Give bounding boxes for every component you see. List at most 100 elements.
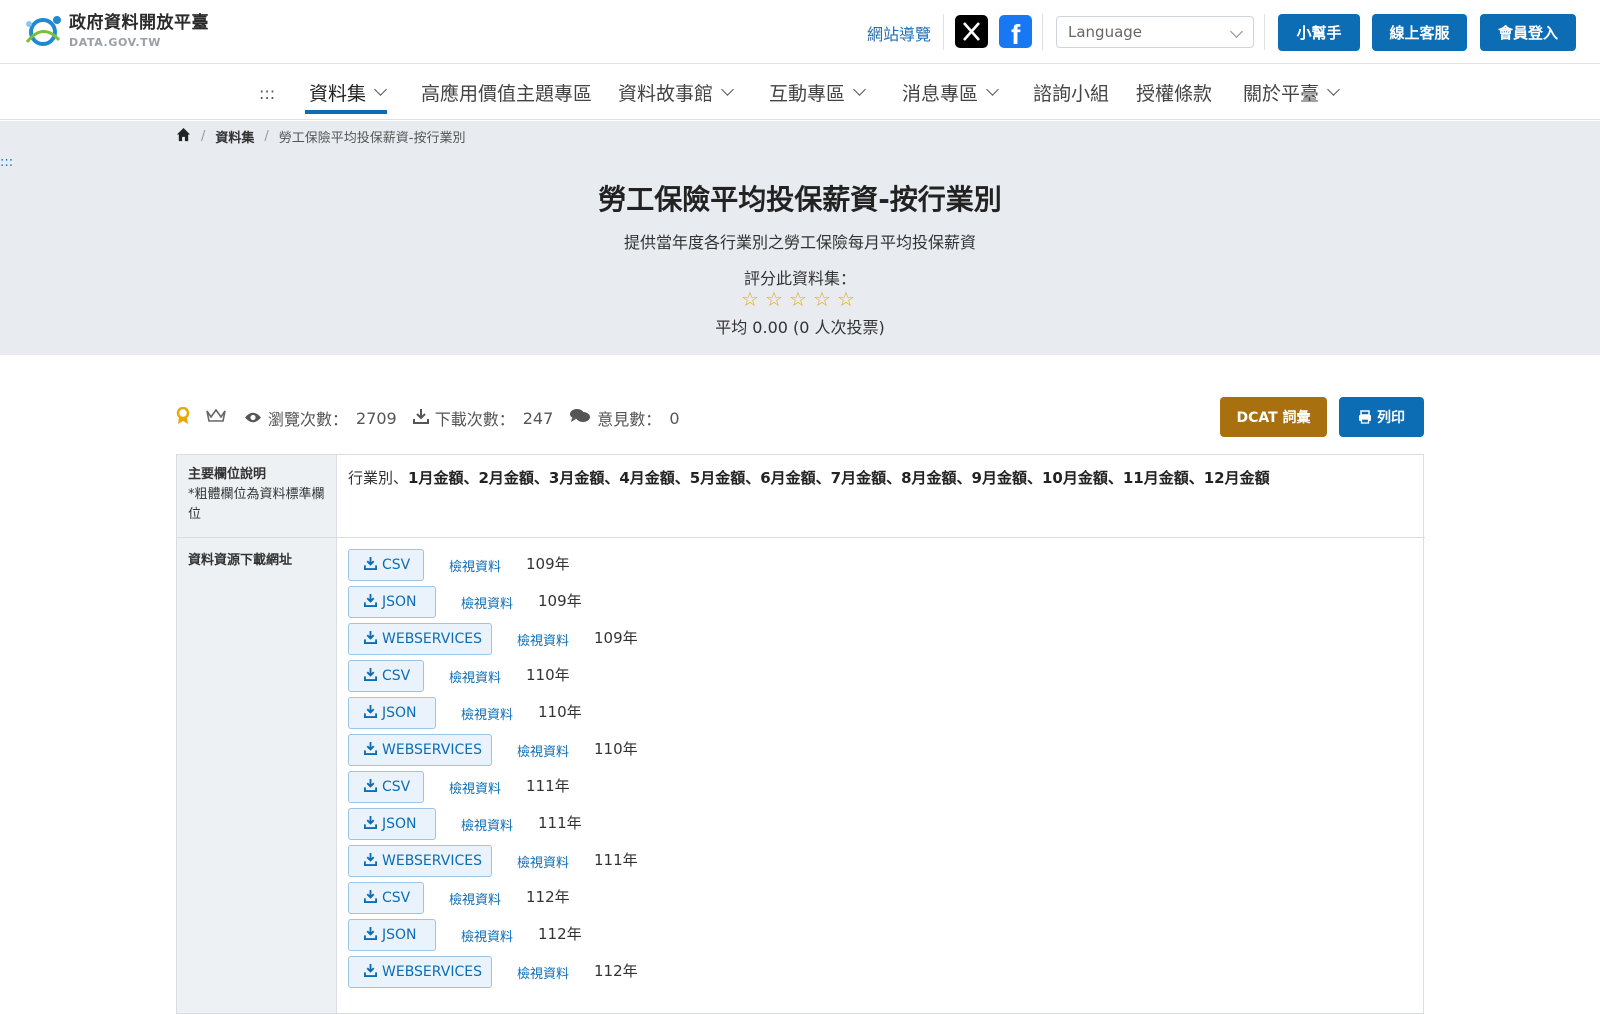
helper-button[interactable]: 小幫手 [1278, 14, 1360, 51]
rating-average: 平均 0.00 (0 人次投票) [715, 318, 885, 337]
nav-item-data-stories[interactable]: 資料故事館 [618, 80, 734, 105]
view-data-link[interactable]: 檢視資料 [449, 778, 501, 797]
member-login-button[interactable]: 會員登入 [1480, 14, 1576, 51]
fields-header: 主要欄位說明 *粗體欄位為資料標準欄位 [188, 465, 328, 525]
resource-year: 111年 [538, 813, 582, 832]
resource-year: 109年 [526, 554, 570, 573]
nav-item-advisory[interactable]: 諮詢小組 [1033, 80, 1110, 105]
nav-item-label: 互動專區 [769, 82, 846, 105]
nav-item-datasets[interactable]: 資料集 [309, 80, 387, 105]
nav-item-license[interactable]: 授權條款 [1136, 80, 1213, 105]
nav-item-about[interactable]: 關於平臺 [1243, 80, 1340, 105]
nav-item-high-value[interactable]: 高應用價值主題專區 [421, 80, 593, 105]
download-format-button[interactable]: CSV [348, 771, 424, 803]
view-data-link[interactable]: 檢視資料 [517, 963, 569, 982]
resource-year: 111年 [526, 776, 570, 795]
star-icon[interactable]: ☆ [834, 288, 858, 310]
nav-item-interactive[interactable]: 互動專區 [769, 80, 866, 105]
download-format-label: CSV [382, 557, 411, 573]
views-count: 2709 [356, 408, 397, 428]
breadcrumb-datasets[interactable]: 資料集 [215, 127, 254, 146]
resource-year: 112年 [594, 961, 638, 980]
breadcrumb-separator: / [264, 129, 269, 144]
download-format-button[interactable]: JSON [348, 808, 436, 840]
nav-item-label: 關於平臺 [1243, 82, 1320, 105]
comments-label: 意見數： [597, 410, 662, 429]
dataset-info-table: 主要欄位說明 *粗體欄位為資料標準欄位 行業別、1月金額、2月金額、3月金額、4… [176, 454, 1425, 1014]
language-select[interactable]: Language [1056, 16, 1254, 48]
logo-subtitle: DATA.GOV.TW [69, 35, 161, 49]
download-format-label: CSV [382, 890, 411, 906]
home-icon[interactable] [176, 127, 191, 146]
nav-item-label: 授權條款 [1136, 82, 1213, 105]
download-icon [364, 889, 377, 907]
download-format-button[interactable]: WEBSERVICES [348, 734, 492, 766]
site-logo[interactable]: 政府資料開放平臺 DATA.GOV.TW [23, 12, 209, 50]
view-data-link[interactable]: 檢視資料 [461, 815, 513, 834]
star-icon[interactable]: ☆ [762, 288, 786, 310]
star-icon[interactable]: ☆ [738, 288, 762, 310]
download-format-button[interactable]: WEBSERVICES [348, 623, 492, 655]
view-data-link[interactable]: 檢視資料 [517, 630, 569, 649]
download-format-button[interactable]: CSV [348, 549, 424, 581]
download-icon [364, 778, 377, 796]
download-format-button[interactable]: JSON [348, 697, 436, 729]
view-data-link[interactable]: 檢視資料 [517, 852, 569, 871]
facebook-icon[interactable]: f [999, 15, 1032, 50]
x-twitter-icon[interactable] [955, 15, 988, 48]
sitemap-link[interactable]: 網站導覽 [867, 21, 931, 45]
views-label: 瀏覽次數： [268, 410, 349, 429]
download-icon [364, 815, 377, 833]
view-data-link[interactable]: 檢視資料 [461, 926, 513, 945]
resource-year: 112年 [538, 924, 582, 943]
download-format-label: CSV [382, 668, 411, 684]
download-format-button[interactable]: WEBSERVICES [348, 956, 492, 988]
logo-title: 政府資料開放平臺 [69, 12, 209, 33]
print-button[interactable]: 列印 [1339, 397, 1424, 437]
eye-icon [244, 409, 262, 428]
crown-icon [206, 408, 226, 428]
star-icon[interactable]: ☆ [786, 288, 810, 310]
download-format-label: JSON [382, 594, 417, 610]
view-data-link[interactable]: 檢視資料 [517, 741, 569, 760]
site-header: 政府資料開放平臺 DATA.GOV.TW 網站導覽 f Language 小幫手… [0, 0, 1600, 64]
resource-year: 110年 [594, 739, 638, 758]
resource-year: 109年 [538, 591, 582, 610]
resource-row: JSON 檢視資料 111年 [348, 808, 582, 840]
resource-year: 110年 [538, 702, 582, 721]
view-data-link[interactable]: 檢視資料 [449, 889, 501, 908]
dcat-button[interactable]: DCAT 詞彙 [1220, 397, 1327, 437]
download-format-button[interactable]: CSV [348, 882, 424, 914]
content-accesskey[interactable]: ::: [0, 155, 13, 170]
nav-item-label: 諮詢小組 [1033, 82, 1110, 105]
download-format-button[interactable]: JSON [348, 919, 436, 951]
view-data-link[interactable]: 檢視資料 [449, 667, 501, 686]
print-icon [1359, 410, 1371, 424]
resource-year: 109年 [594, 628, 638, 647]
star-icon[interactable]: ☆ [810, 288, 834, 310]
download-format-button[interactable]: WEBSERVICES [348, 845, 492, 877]
nav-accesskey[interactable]: ::: [259, 84, 275, 103]
fields-bold: 1月金額、2月金額、3月金額、4月金額、5月金額、6月金額、7月金額、8月金額、… [408, 469, 1270, 487]
chevron-down-icon [1327, 83, 1340, 96]
nav-item-label: 高應用價值主題專區 [421, 82, 593, 105]
table-row-divider [177, 537, 1425, 538]
comments-icon [569, 408, 591, 428]
download-format-label: WEBSERVICES [382, 853, 482, 869]
rating-label: 評分此資料集： [743, 269, 856, 288]
nav-item-news[interactable]: 消息專區 [902, 80, 999, 105]
divider [943, 14, 944, 50]
fields-plain: 行業別、 [348, 469, 409, 487]
chevron-down-icon [374, 83, 387, 96]
resource-row: WEBSERVICES 檢視資料 109年 [348, 623, 638, 655]
breadcrumb-current: 勞工保險平均投保薪資-按行業別 [278, 131, 466, 146]
fields-header-note: *粗體欄位為資料標準欄位 [188, 487, 325, 522]
view-data-link[interactable]: 檢視資料 [461, 704, 513, 723]
view-data-link[interactable]: 檢視資料 [449, 556, 501, 575]
online-support-button[interactable]: 線上客服 [1372, 14, 1467, 51]
download-format-button[interactable]: JSON [348, 586, 436, 618]
download-format-button[interactable]: CSV [348, 660, 424, 692]
download-icon [364, 704, 377, 722]
resource-row: CSV 檢視資料 109年 [348, 549, 570, 581]
view-data-link[interactable]: 檢視資料 [461, 593, 513, 612]
